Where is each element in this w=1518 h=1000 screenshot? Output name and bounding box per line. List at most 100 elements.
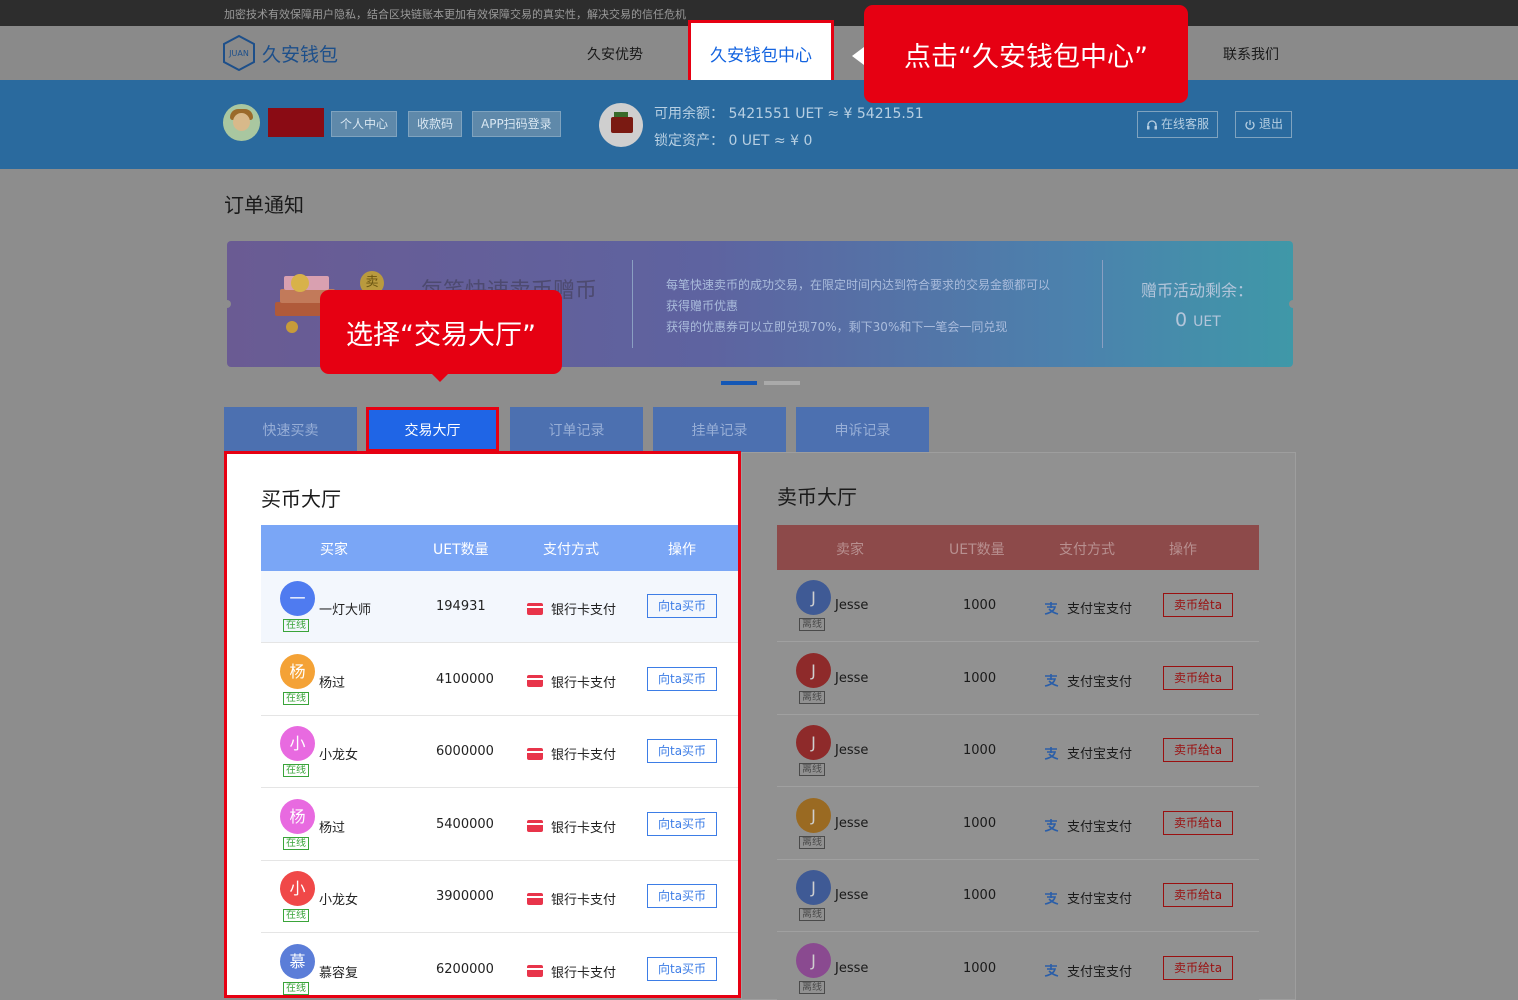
alipay-icon [1044,674,1059,687]
seller-pay-label: 支付宝支付 [1067,892,1133,907]
logo-mark-text: JUAN [228,49,249,58]
buyer-avatar: 小 [280,871,315,906]
redacted-username [268,108,324,137]
buyer-action-button[interactable]: 向ta买币 [647,956,718,981]
buyer-avatar: 杨 [280,653,315,689]
buyer-name: 慕容复 [319,965,359,981]
avatar[interactable] [223,104,260,141]
buyer-row: 一在线 一灯大师 194931 银行卡支付 向ta买币 [261,571,738,643]
logout-button[interactable]: 退出 [1235,111,1293,138]
buyer-pay-label: 银行卡支付 [551,603,617,618]
sell-header-seller: 卖家 [836,542,864,558]
tab-order-records[interactable]: 订单记录 [510,407,643,452]
buyer-qty: 6000000 [436,744,494,759]
buyer-pay: 银行卡支付 [527,817,616,836]
seller-name: Jesse [835,743,869,758]
seller-row: J 离线 Jesse 1000 支付宝支付 卖币给ta [777,642,1259,715]
seller-name: Jesse [835,598,869,613]
buyer-pay-label: 银行卡支付 [551,965,617,981]
carousel-dot-2[interactable] [764,381,800,385]
seller-avatar: J [796,580,831,615]
app-scan-login-button[interactable]: APP扫码登录 [472,111,561,137]
seller-qty: 1000 [963,960,997,976]
top-notice-text: 加密技术有效保障用户隐私，结合区块链账本更加有效保障交易的真实性，解决交易的信任… [224,8,686,21]
buyer-pay: 银行卡支付 [527,744,616,763]
buyer-action-button[interactable]: 向ta买币 [647,739,718,763]
buyer-status-badge: 在线 [283,981,309,995]
seller-name: Jesse [835,670,869,686]
buyer-row: 小在线 小龙女 3900000 银行卡支付 向ta买币 [261,861,738,933]
seller-action-button[interactable]: 卖币给ta [1163,665,1234,690]
tab-listing-records[interactable]: 挂单记录 [653,407,786,452]
seller-action-button[interactable]: 卖币给ta [1163,883,1234,907]
headset-icon [1147,119,1157,129]
seller-action-button[interactable]: 卖币给ta [1163,810,1234,835]
personal-center-button[interactable]: 个人中心 [331,111,398,137]
seller-action-button[interactable]: 卖币给ta [1163,738,1234,762]
alipay-icon [1044,964,1059,977]
seller-pay: 支付宝支付 [1043,598,1132,617]
nav-item-wallet-center[interactable]: 久安钱包中心 [688,20,834,86]
buy-header-action: 操作 [668,542,696,558]
seller-action-button[interactable]: 卖币给ta [1163,955,1234,980]
buyer-pay: 银行卡支付 [527,672,616,691]
buyer-action-button[interactable]: 向ta买币 [647,811,718,836]
seller-pay: 支付宝支付 [1043,961,1132,980]
buyer-pay: 银行卡支付 [527,599,616,618]
buyer-status-badge: 在线 [283,836,309,850]
buy-hall-panel: 买币大厅 买家 UET数量 支付方式 操作 一在线 一灯大师 194931 银行卡支付… [224,451,741,998]
buyer-pay-label: 银行卡支付 [551,893,617,908]
payment-code-button[interactable]: 收款码 [408,111,463,137]
buy-header-buyer: 买家 [320,542,348,558]
buy-hall-title: 买币大厅 [261,487,341,511]
buyer-qty: 4100000 [436,671,494,687]
seller-name: Jesse [835,815,869,831]
buyer-action-button[interactable]: 向ta买币 [647,666,718,691]
buyer-status-badge: 在线 [283,909,309,922]
seller-status-badge: 离线 [799,835,825,849]
alipay-icon [1044,746,1059,760]
seller-pay: 支付宝支付 [1043,816,1132,835]
buyer-row: 慕在线 慕容复 6200000 银行卡支付 向ta买币 [261,933,738,995]
sell-hall-header: 卖家 UET数量 支付方式 操作 [777,525,1259,571]
sell-header-action: 操作 [1169,542,1197,558]
nav-item-wallet-center-label: 久安钱包中心 [710,45,812,66]
buyer-action-button[interactable]: 向ta买币 [647,594,718,618]
online-service-button[interactable]: 在线客服 [1137,111,1219,138]
buyer-action-button[interactable]: 向ta买币 [647,884,718,908]
alipay-icon [1044,891,1059,905]
buyer-qty: 6200000 [436,961,494,977]
seller-status-badge: 离线 [799,908,825,921]
bank-card-icon [527,820,543,832]
seller-action-button[interactable]: 卖币给ta [1163,593,1234,617]
buyer-pay: 银行卡支付 [527,889,616,908]
nav-item-advantages[interactable]: 久安优势 [587,44,643,64]
buyer-row: 杨在线 杨过 5400000 银行卡支付 向ta买币 [261,788,738,861]
promo-desc-line-2: 获得赠币优惠 [666,299,739,313]
tab-quick-trade[interactable]: 快速买卖 [224,407,357,452]
buyer-pay: 银行卡支付 [527,962,616,981]
promo-desc-line-3: 获得的优惠券可以立即兑现70%，剩下30%和下一笔会一同兑现 [666,320,1008,334]
seller-qty: 1000 [963,743,997,758]
seller-row: J 离线 Jesse 1000 支付宝支付 卖币给ta [777,932,1259,1000]
seller-row: J 离线 Jesse 1000 支付宝支付 卖币给ta [777,787,1259,860]
locked-assets: 锁定资产： 0 UET ≈ ¥ 0 [654,133,813,149]
buyer-avatar: 慕 [280,943,315,979]
tab-trading-hall[interactable]: 交易大厅 [366,407,499,452]
logo[interactable]: JUAN 久安钱包 [222,35,338,71]
seller-avatar: J [796,942,831,978]
seller-pay: 支付宝支付 [1043,671,1132,690]
nav-item-contact[interactable]: 联系我们 [1223,44,1279,64]
bank-card-icon [527,747,543,760]
seller-qty: 1000 [963,598,997,613]
buyer-row: 小在线 小龙女 6000000 银行卡支付 向ta买币 [261,716,738,788]
power-icon [1245,119,1255,130]
sell-hall-title: 卖币大厅 [777,485,857,509]
tab-appeal-records[interactable]: 申诉记录 [796,407,929,452]
seller-avatar: J [796,870,831,905]
seller-avatar: J [796,652,831,688]
buyer-pay-label: 银行卡支付 [551,748,617,763]
carousel-dots[interactable] [721,381,800,385]
buyer-qty: 3900000 [436,889,494,904]
carousel-dot-1[interactable] [721,381,757,385]
